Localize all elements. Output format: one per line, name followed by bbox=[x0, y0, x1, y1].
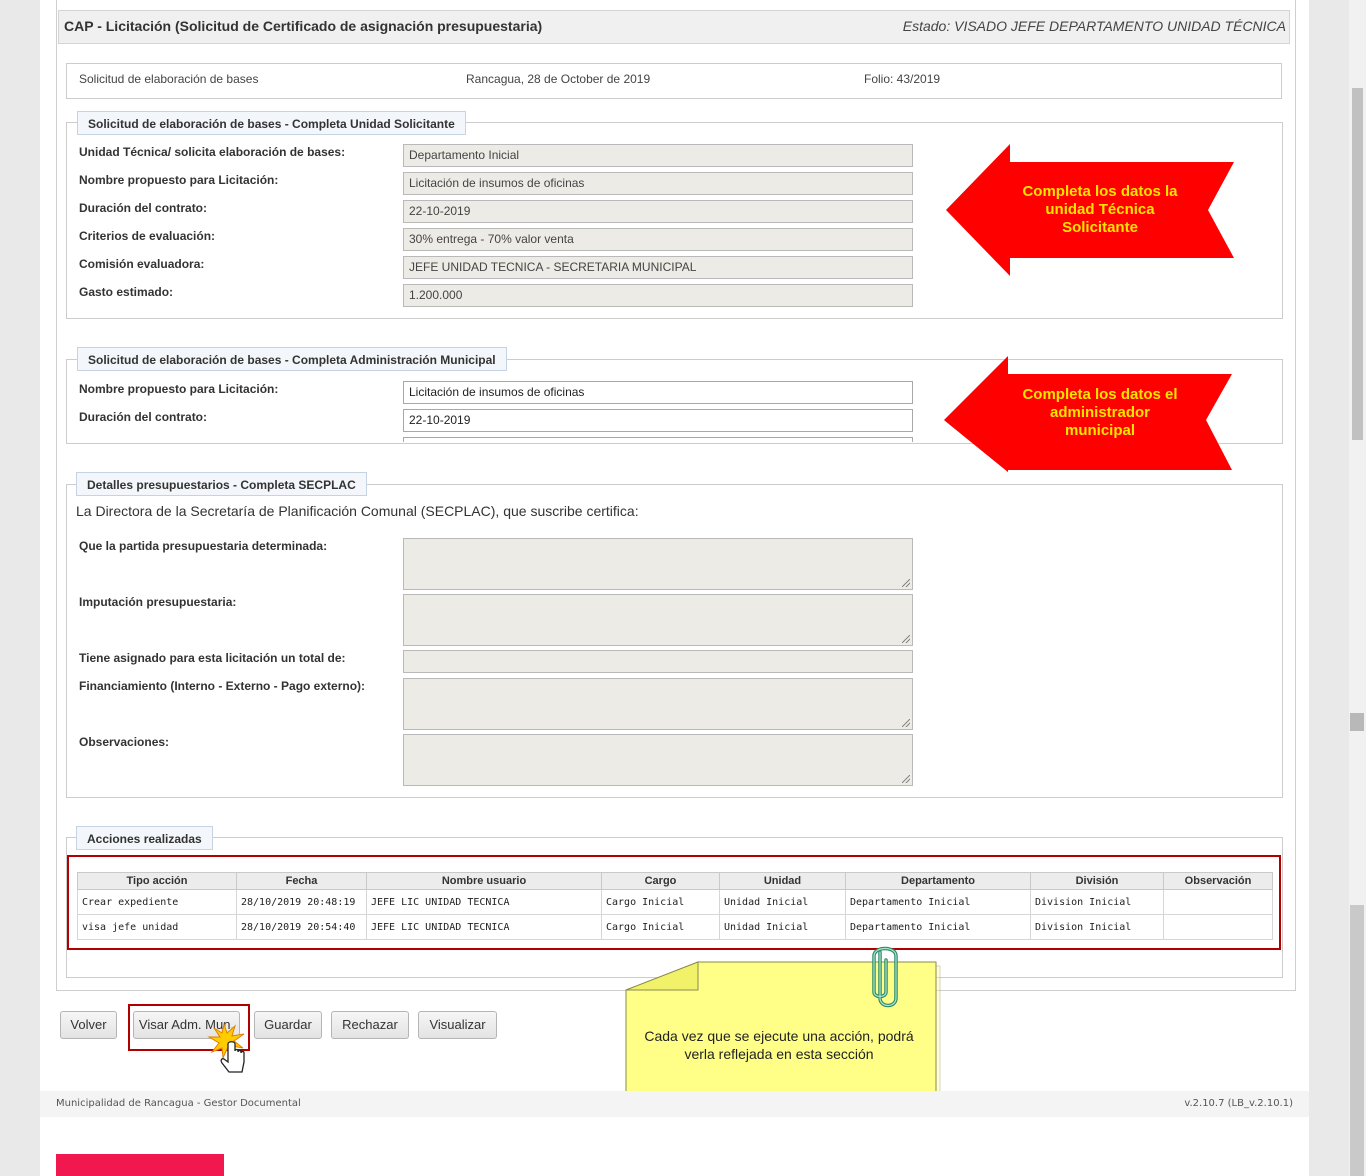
cell-tipo-accion: Crear expediente bbox=[77, 889, 237, 915]
field-label: Tiene asignado para esta licitación un t… bbox=[79, 651, 346, 665]
footer-version: v.2.10.7 (LB_v.2.10.1) bbox=[1184, 1098, 1293, 1109]
field-label: Imputación presupuestaria: bbox=[79, 595, 237, 609]
field-label: Criterios de evaluación: bbox=[79, 229, 216, 243]
callout-line: Solicitante bbox=[1062, 219, 1138, 236]
imputacion-presupuestaria-textarea[interactable] bbox=[403, 594, 913, 646]
cell-unidad: Unidad Inicial bbox=[719, 889, 846, 915]
field-label: Duración del contrato: bbox=[79, 410, 208, 424]
column-header[interactable]: División bbox=[1030, 872, 1164, 890]
cell-cargo: Cargo Inicial bbox=[601, 889, 720, 915]
guardar-button[interactable]: Guardar bbox=[254, 1011, 322, 1039]
cell-tipo-accion: visa jefe unidad bbox=[77, 914, 237, 940]
callout-line: Completa los datos el bbox=[1022, 386, 1178, 403]
field-label: Que la partida presupuestaria determinad… bbox=[79, 539, 328, 553]
resize-handle-icon[interactable] bbox=[902, 775, 910, 783]
callout-text-1: Completa los datos la unidad Técnica Sol… bbox=[1000, 183, 1200, 237]
duracion-contrato-field[interactable]: 22-10-2019 bbox=[403, 200, 913, 223]
callout-line: unidad Técnica bbox=[1045, 201, 1155, 218]
cell-observacion bbox=[1163, 889, 1273, 915]
scrollbar-track-lower bbox=[1350, 905, 1364, 1176]
callout-line: Completa los datos la bbox=[1022, 183, 1178, 200]
column-header[interactable]: Unidad bbox=[719, 872, 846, 890]
resize-handle-icon[interactable] bbox=[902, 719, 910, 727]
actions-table: Tipo acción Fecha Nombre usuario Cargo U… bbox=[77, 872, 1273, 940]
column-header[interactable]: Observación bbox=[1163, 872, 1273, 890]
cell-fecha: 28/10/2019 20:48:19 bbox=[236, 889, 367, 915]
column-header[interactable]: Fecha bbox=[236, 872, 367, 890]
note-line: verla reflejada en esta sección bbox=[684, 1046, 874, 1062]
cell-usuario: JEFE LIC UNIDAD TECNICA bbox=[366, 889, 602, 915]
resize-handle-icon[interactable] bbox=[902, 635, 910, 643]
clipped-input bbox=[403, 437, 913, 442]
legend-acciones: Acciones realizadas bbox=[76, 826, 213, 850]
legend-unidad-solicitante: Solicitud de elaboración de bases - Comp… bbox=[77, 111, 466, 135]
cell-departamento: Departamento Inicial bbox=[845, 889, 1031, 915]
duracion-contrato-input[interactable]: 22-10-2019 bbox=[403, 409, 913, 432]
page-title: CAP - Licitación (Solicitud de Certifica… bbox=[64, 18, 543, 34]
visualizar-button[interactable]: Visualizar bbox=[418, 1011, 497, 1039]
column-header[interactable]: Tipo acción bbox=[77, 872, 237, 890]
column-header[interactable]: Nombre usuario bbox=[366, 872, 602, 890]
field-label: Nombre propuesto para Licitación: bbox=[79, 382, 279, 396]
volver-button[interactable]: Volver bbox=[60, 1011, 117, 1039]
scrollbar-thumb[interactable] bbox=[1352, 88, 1363, 440]
field-label: Observaciones: bbox=[79, 735, 170, 749]
table-row[interactable]: visa jefe unidad 28/10/2019 20:54:40 JEF… bbox=[77, 914, 1273, 940]
cell-unidad: Unidad Inicial bbox=[719, 914, 846, 940]
cell-division: Division Inicial bbox=[1030, 914, 1164, 940]
footer-brand: Municipalidad de Rancagua - Gestor Docum… bbox=[56, 1098, 301, 1109]
request-date: Rancagua, 28 de October de 2019 bbox=[466, 72, 651, 86]
cell-observacion bbox=[1163, 914, 1273, 940]
status-label: Estado: VISADO JEFE DEPARTAMENTO UNIDAD … bbox=[902, 18, 1286, 34]
cell-cargo: Cargo Inicial bbox=[601, 914, 720, 940]
cell-fecha: 28/10/2019 20:54:40 bbox=[236, 914, 367, 940]
field-label: Gasto estimado: bbox=[79, 285, 174, 299]
legend-secplac: Detalles presupuestarios - Completa SECP… bbox=[76, 472, 367, 496]
gasto-estimado-field[interactable]: 1.200.000 bbox=[403, 284, 913, 307]
unidad-tecnica-field[interactable]: Departamento Inicial bbox=[403, 144, 913, 167]
nombre-licitacion-input[interactable]: Licitación de insumos de oficinas bbox=[403, 381, 913, 404]
comision-evaluadora-field[interactable]: JEFE UNIDAD TECNICA - SECRETARIA MUNICIP… bbox=[403, 256, 913, 279]
callout-line: administrador bbox=[1049, 404, 1151, 421]
table-row[interactable]: Crear expediente 28/10/2019 20:48:19 JEF… bbox=[77, 889, 1273, 915]
field-label: Duración del contrato: bbox=[79, 201, 208, 215]
field-label: Comisión evaluadora: bbox=[79, 257, 205, 271]
callout-text-2: Completa los datos el administrador muni… bbox=[1000, 386, 1200, 440]
legend-administracion-municipal: Solicitud de elaboración de bases - Comp… bbox=[77, 347, 507, 371]
cell-division: Division Inicial bbox=[1030, 889, 1164, 915]
table-header-row: Tipo acción Fecha Nombre usuario Cargo U… bbox=[77, 872, 1273, 890]
field-label: Financiamiento (Interno - Externo - Pago… bbox=[79, 679, 366, 693]
secplac-intro: La Directora de la Secretaría de Planifi… bbox=[76, 503, 639, 519]
criterios-evaluacion-field[interactable]: 30% entrega - 70% valor venta bbox=[403, 228, 913, 251]
callout-line: municipal bbox=[1064, 422, 1135, 439]
paperclip-icon bbox=[872, 946, 898, 1008]
hand-cursor-icon bbox=[207, 1022, 245, 1073]
field-label: Nombre propuesto para Licitación: bbox=[79, 173, 279, 187]
financiamiento-textarea[interactable] bbox=[403, 678, 913, 730]
sticky-note-text: Cada vez que se ejecute una acción, podr… bbox=[626, 1027, 932, 1063]
brand-logo-block bbox=[56, 1154, 224, 1176]
rechazar-button[interactable]: Rechazar bbox=[331, 1011, 409, 1039]
request-type: Solicitud de elaboración de bases bbox=[79, 72, 259, 86]
observaciones-textarea[interactable] bbox=[403, 734, 913, 786]
request-folio: Folio: 43/2019 bbox=[864, 72, 941, 86]
scrollbar-marker bbox=[1350, 713, 1364, 731]
column-header[interactable]: Cargo bbox=[601, 872, 720, 890]
cell-departamento: Departamento Inicial bbox=[845, 914, 1031, 940]
cell-usuario: JEFE LIC UNIDAD TECNICA bbox=[366, 914, 602, 940]
note-line: Cada vez que se ejecute una acción, podr… bbox=[644, 1028, 914, 1044]
partida-presupuestaria-textarea[interactable] bbox=[403, 538, 913, 590]
column-header[interactable]: Departamento bbox=[845, 872, 1031, 890]
field-label: Unidad Técnica/ solicita elaboración de … bbox=[79, 145, 346, 159]
nombre-licitacion-field[interactable]: Licitación de insumos de oficinas bbox=[403, 172, 913, 195]
total-asignado-field[interactable] bbox=[403, 650, 913, 673]
resize-handle-icon[interactable] bbox=[902, 579, 910, 587]
